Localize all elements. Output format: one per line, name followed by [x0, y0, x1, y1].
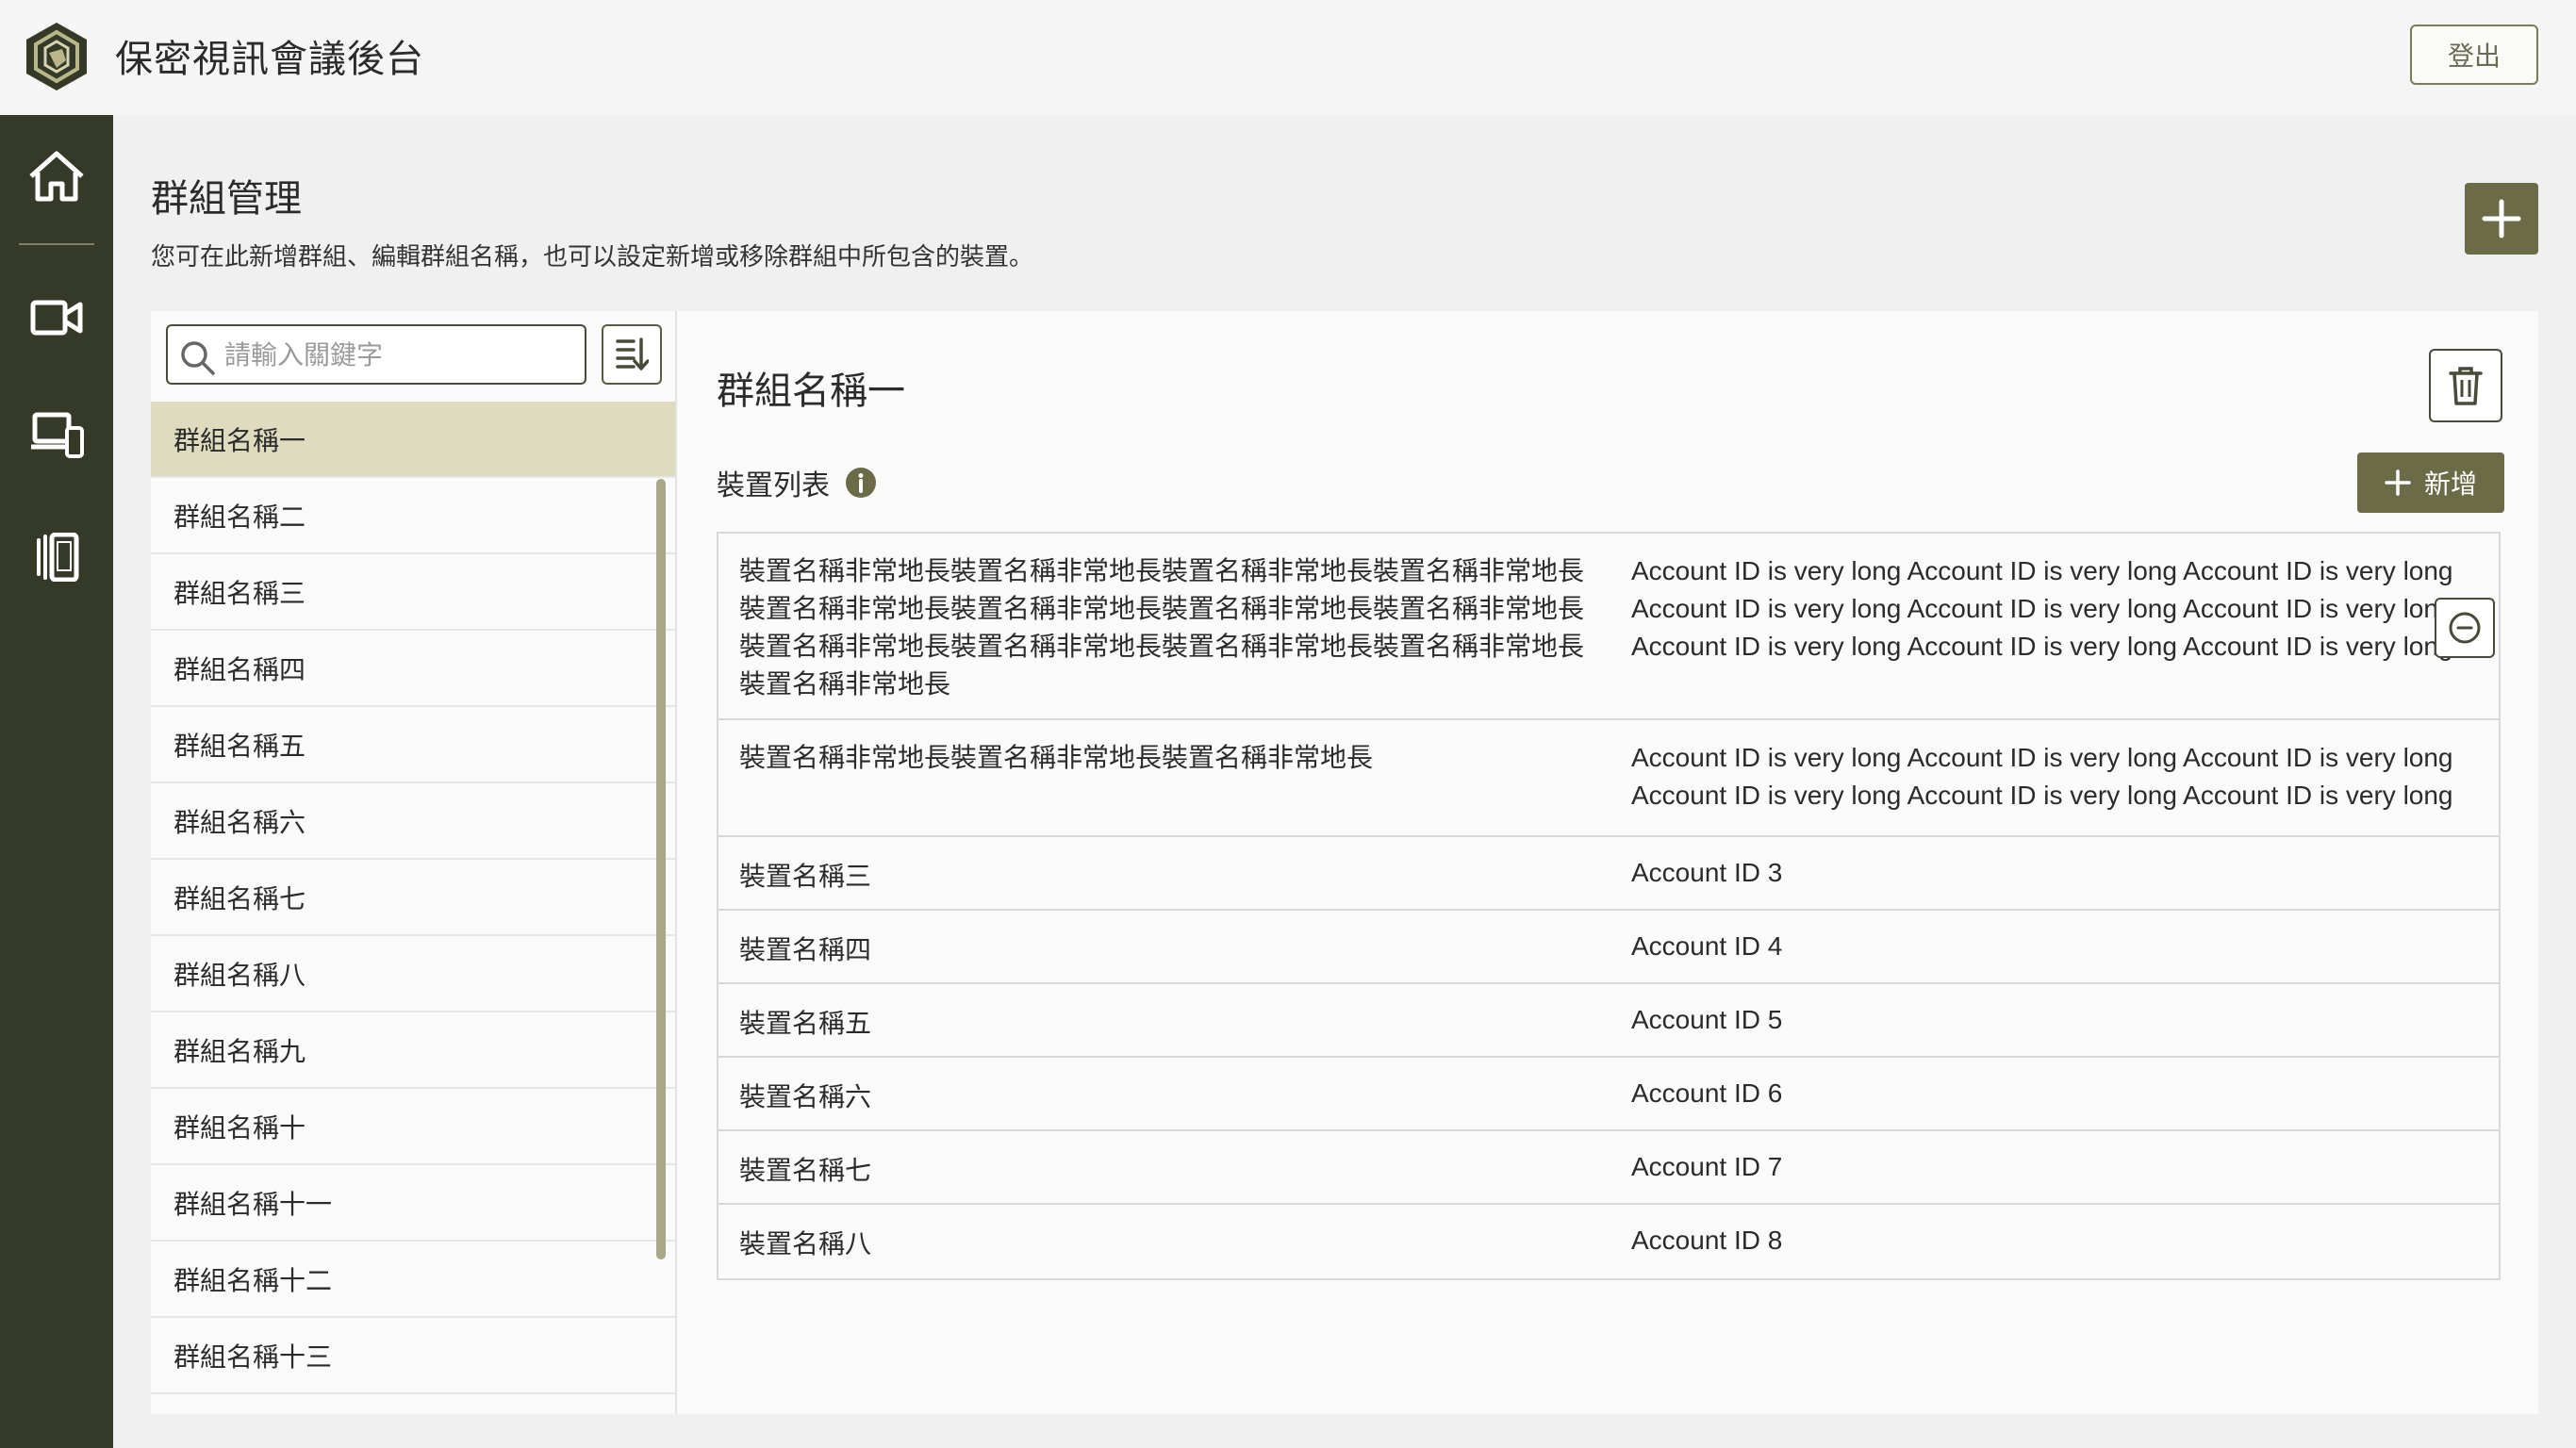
device-row[interactable]: 裝置名稱八 Account ID 8	[718, 1205, 2499, 1278]
device-row[interactable]: 裝置名稱四 Account ID 4	[718, 911, 2499, 984]
delete-group-button[interactable]	[2429, 349, 2502, 422]
device-name: 裝置名稱五	[739, 1008, 872, 1039]
device-list-label: 裝置列表	[717, 469, 830, 502]
search-box	[166, 324, 586, 385]
devices-icon	[31, 412, 84, 458]
device-account-id: Account ID 6	[1631, 1078, 1783, 1108]
group-list-item[interactable]: 群組名稱一	[151, 402, 675, 478]
device-row[interactable]: 裝置名稱非常地長裝置名稱非常地長裝置名稱非常地長裝置名稱非常地長裝置名稱非常地長…	[718, 534, 2499, 720]
sidebar-nav	[0, 115, 113, 1448]
device-name: 裝置名稱非常地長裝置名稱非常地長裝置名稱非常地長裝置名稱非常地長裝置名稱非常地長…	[739, 555, 1585, 699]
add-group-button[interactable]	[2465, 183, 2538, 255]
group-list-item[interactable]: 群組名稱七	[151, 860, 675, 936]
top-bar: 保密視訊會議後台 登出	[0, 0, 2576, 115]
nav-item-home[interactable]	[0, 124, 113, 228]
device-name: 裝置名稱七	[739, 1155, 872, 1186]
app-logo-icon	[26, 23, 87, 90]
add-device-label: 新增	[2423, 469, 2477, 500]
group-list-item[interactable]: 群組名稱五	[151, 707, 675, 783]
device-name: 裝置名稱非常地長裝置名稱非常地長裝置名稱非常地長	[739, 742, 1374, 773]
device-row[interactable]: 裝置名稱六 Account ID 6	[718, 1058, 2499, 1131]
group-list-item[interactable]: 群組名稱十一	[151, 1165, 675, 1242]
app-title: 保密視訊會議後台	[115, 38, 424, 81]
group-detail-title: 群組名稱一	[717, 370, 905, 413]
device-table: 裝置名稱非常地長裝置名稱非常地長裝置名稱非常地長裝置名稱非常地長裝置名稱非常地長…	[717, 532, 2501, 1280]
video-camera-icon	[30, 300, 83, 336]
nav-item-devices[interactable]	[0, 383, 113, 486]
page-title: 群組管理	[151, 177, 302, 221]
device-account-id: Account ID is very long Account ID is ve…	[1631, 743, 2453, 810]
minus-circle-icon	[2449, 612, 2481, 644]
group-list-item[interactable]: 群組名稱八	[151, 936, 675, 1012]
group-list-scrollbar[interactable]	[656, 479, 666, 1259]
logout-button[interactable]: 登出	[2410, 25, 2538, 85]
device-name: 裝置名稱八	[739, 1228, 872, 1259]
device-account-id: Account ID 7	[1631, 1152, 1783, 1181]
search-icon	[181, 341, 215, 375]
group-list-item[interactable]: 群組名稱九	[151, 1012, 675, 1089]
device-row[interactable]: 裝置名稱三 Account ID 3	[718, 837, 2499, 911]
nav-item-mobile[interactable]	[0, 505, 113, 609]
group-list-item[interactable]: 群組名稱十	[151, 1089, 675, 1165]
home-icon	[29, 151, 84, 202]
device-account-id: Account ID 3	[1631, 858, 1783, 887]
nav-item-video[interactable]	[0, 266, 113, 370]
trash-icon	[2449, 367, 2483, 405]
mobile-devices-icon	[37, 533, 79, 582]
group-list: 群組名稱一 群組名稱二 群組名稱三 群組名稱四 群組名稱五 群組名稱六 群組名稱七 群組名稱八…	[151, 402, 675, 1394]
group-list-item[interactable]: 群組名稱十三	[151, 1318, 675, 1394]
sort-button[interactable]	[602, 324, 662, 385]
device-account-id: Account ID 5	[1631, 1005, 1783, 1034]
device-account-id: Account ID 8	[1631, 1226, 1783, 1255]
device-row[interactable]: 裝置名稱七 Account ID 7	[718, 1131, 2499, 1205]
group-list-column: 群組名稱一群組名稱二群組名稱三群組名稱四群組名稱五群組名稱六群組名稱七群組名稱八…	[151, 311, 677, 1414]
device-list-header: 裝置列表	[717, 462, 877, 503]
info-icon[interactable]	[845, 467, 877, 499]
group-list-item[interactable]: 群組名稱六	[151, 783, 675, 860]
plus-icon	[2482, 199, 2521, 239]
group-management-panel: 群組名稱一群組名稱二群組名稱三群組名稱四群組名稱五群組名稱六群組名稱七群組名稱八…	[151, 311, 2538, 1414]
search-input[interactable]	[224, 334, 573, 375]
device-row[interactable]: 裝置名稱非常地長裝置名稱非常地長裝置名稱非常地長 Account ID is ve…	[718, 720, 2499, 837]
device-name: 裝置名稱六	[739, 1081, 872, 1112]
group-list-item[interactable]: 群組名稱二	[151, 478, 675, 554]
group-list-item[interactable]: 群組名稱十二	[151, 1242, 675, 1318]
device-row[interactable]: 裝置名稱五 Account ID 5	[718, 984, 2499, 1058]
device-account-id: Account ID is very long Account ID is ve…	[1631, 556, 2453, 661]
device-name: 裝置名稱四	[739, 934, 872, 965]
device-name: 裝置名稱三	[739, 861, 872, 892]
plus-icon	[2385, 469, 2411, 496]
group-list-item[interactable]: 群組名稱四	[151, 631, 675, 707]
add-device-button[interactable]: 新增	[2357, 452, 2504, 513]
sidebar-divider	[19, 243, 94, 245]
device-account-id: Account ID 4	[1631, 931, 1783, 961]
page-description: 您可在此新增群組、編輯群組名稱，也可以設定新增或移除群組中所包含的裝置。	[151, 243, 1034, 272]
remove-device-button[interactable]	[2435, 598, 2495, 658]
sort-icon	[616, 337, 649, 370]
group-list-item[interactable]: 群組名稱三	[151, 554, 675, 631]
